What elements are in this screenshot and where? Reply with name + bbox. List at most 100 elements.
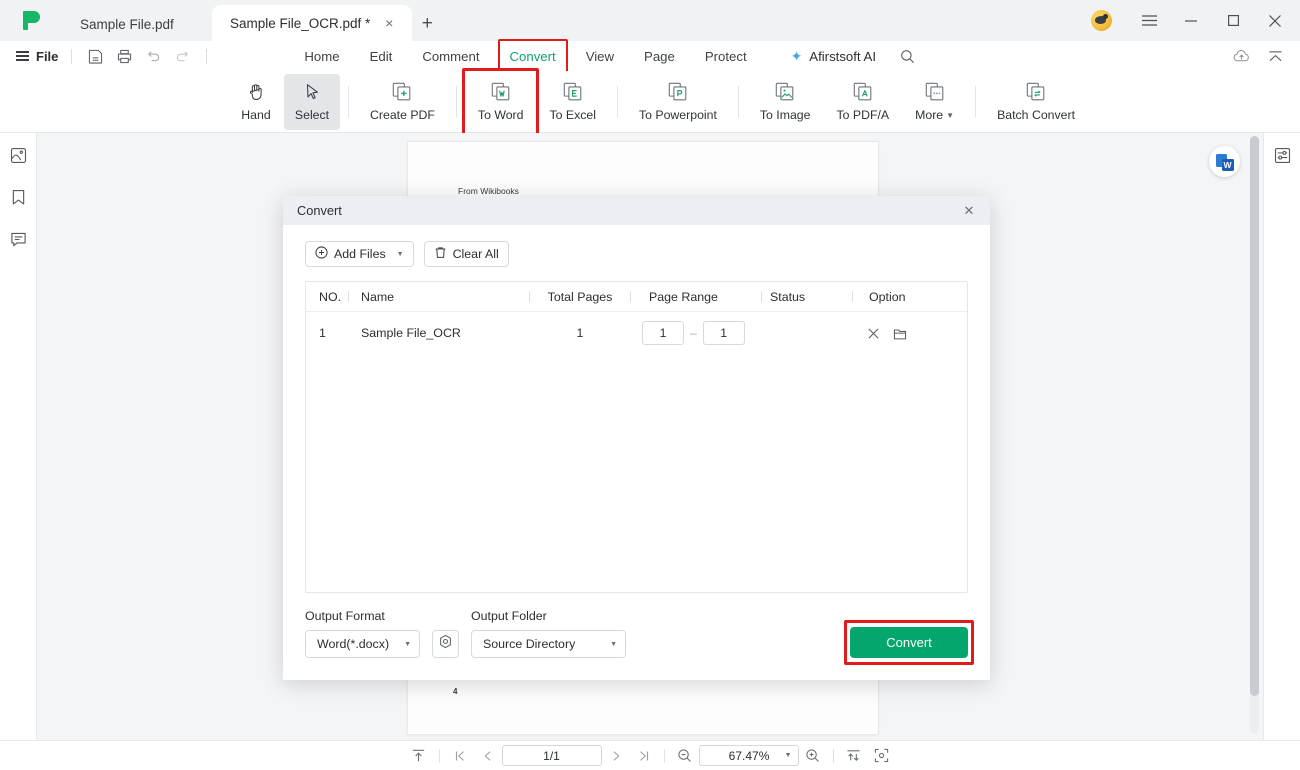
tab-edit[interactable]: Edit: [355, 41, 408, 71]
open-folder-icon[interactable]: [893, 327, 907, 340]
tab-page-label: Page: [644, 48, 675, 64]
tool-select[interactable]: Select: [284, 73, 340, 130]
hamburger-menu-icon[interactable]: [1128, 0, 1170, 41]
tool-select-label: Select: [294, 108, 330, 122]
convert-button[interactable]: Convert: [850, 627, 968, 658]
convert-toolbar: Hand Select Create PDF To Word To Excel …: [0, 67, 1300, 136]
fit-page-icon[interactable]: [868, 744, 896, 768]
to-excel-icon: [562, 81, 584, 103]
divider: [455, 85, 457, 118]
document-scrollbar[interactable]: [1250, 136, 1259, 734]
comment-icon[interactable]: [5, 226, 31, 252]
document-tab-1-label: Sample File.pdf: [80, 16, 174, 32]
tool-to-powerpoint[interactable]: To Powerpoint: [626, 74, 730, 130]
tool-to-image-label: To Image: [759, 108, 811, 122]
page-range-cell: 1 – 1: [631, 321, 761, 345]
output-folder-select[interactable]: Source Directory ▼: [471, 630, 626, 658]
tool-to-word[interactable]: To Word: [461, 67, 540, 136]
first-page-icon[interactable]: [446, 744, 474, 768]
scroll-top-icon[interactable]: [405, 744, 433, 768]
tab-home-label: Home: [304, 48, 340, 64]
tab-protect[interactable]: Protect: [690, 41, 762, 71]
tool-more[interactable]: More ▼: [902, 74, 967, 130]
row-total-pages: 1: [576, 326, 584, 340]
last-page-icon[interactable]: [630, 744, 658, 768]
clear-all-button[interactable]: Clear All: [423, 241, 509, 267]
zoom-in-icon[interactable]: [799, 744, 827, 768]
remove-file-icon[interactable]: [867, 327, 880, 340]
prev-page-icon[interactable]: [474, 744, 502, 768]
output-format-select[interactable]: Word(*.docx) ▼: [305, 630, 420, 658]
tab-home[interactable]: Home: [289, 41, 354, 71]
maximize-button[interactable]: [1212, 0, 1254, 41]
output-format-group: Output Format Word(*.docx) ▼: [305, 609, 420, 658]
sparkle-icon: ✦: [790, 48, 803, 64]
divider: [616, 85, 618, 118]
divider: [832, 748, 834, 763]
minimize-button[interactable]: [1170, 0, 1212, 41]
tool-hand[interactable]: Hand: [228, 74, 284, 130]
row-options-cell: [853, 327, 943, 340]
collapse-ribbon-icon[interactable]: [1258, 41, 1292, 71]
user-avatar[interactable]: [1091, 10, 1112, 31]
chevron-down-icon: ▼: [784, 752, 792, 759]
tool-to-pdfa[interactable]: To PDF/A: [824, 74, 903, 130]
undo-icon[interactable]: [140, 44, 167, 68]
afirstsoft-ai-button[interactable]: ✦ Afirstsoft AI: [791, 49, 890, 64]
divider: [975, 85, 977, 118]
page-number-input[interactable]: 1/1: [501, 745, 602, 766]
row-file-name: Sample File_OCR: [361, 326, 461, 340]
search-icon[interactable]: [890, 41, 924, 71]
output-folder-group: Output Folder Source Directory ▼: [471, 609, 626, 658]
right-sidebar: [1263, 133, 1300, 770]
print-icon[interactable]: [111, 44, 138, 68]
tab-comment[interactable]: Comment: [407, 41, 494, 71]
convert-dialog: Convert ✕ Add Files ▼ Clear All NO. Name…: [283, 196, 990, 680]
settings-gear-icon: [438, 634, 453, 654]
trash-icon: [434, 246, 447, 262]
zoom-out-icon[interactable]: [671, 744, 699, 768]
save-icon[interactable]: [82, 44, 109, 68]
thumbnails-icon[interactable]: [5, 142, 31, 168]
dialog-title: Convert: [297, 203, 342, 218]
tool-batch-convert[interactable]: Batch Convert: [984, 74, 1088, 130]
document-tab-1[interactable]: Sample File.pdf: [62, 7, 212, 41]
page-range-to-input[interactable]: 1: [702, 321, 745, 345]
close-icon[interactable]: ✕: [958, 200, 980, 222]
close-icon[interactable]: ×: [380, 14, 398, 32]
next-page-icon[interactable]: [602, 744, 630, 768]
dialog-body: Add Files ▼ Clear All NO. Name Total Pag…: [283, 225, 990, 593]
file-menu-button[interactable]: File: [0, 49, 71, 64]
tool-create-pdf[interactable]: Create PDF: [357, 74, 448, 130]
redo-icon[interactable]: [169, 44, 196, 68]
tab-page[interactable]: Page: [629, 41, 690, 71]
col-no: NO.: [319, 289, 342, 304]
new-tab-button[interactable]: +: [412, 7, 442, 41]
tool-more-label: More: [915, 108, 944, 122]
zoom-level-select[interactable]: 67.47% ▼: [698, 745, 799, 766]
col-status: Status: [770, 289, 806, 304]
close-window-button[interactable]: [1254, 0, 1296, 41]
left-sidebar: [0, 133, 37, 770]
tab-convert[interactable]: Convert: [495, 39, 571, 73]
tool-to-image[interactable]: To Image: [747, 74, 824, 130]
tab-view[interactable]: View: [571, 41, 629, 71]
document-tab-2[interactable]: Sample File_OCR.pdf * ×: [212, 5, 413, 41]
chevron-down-icon: ▼: [610, 640, 617, 648]
document-tab-2-label: Sample File_OCR.pdf *: [230, 15, 371, 31]
output-folder-value: Source Directory: [483, 637, 576, 651]
page-range-from-input[interactable]: 1: [642, 321, 684, 345]
bookmark-icon[interactable]: [5, 184, 31, 210]
output-format-settings-button[interactable]: [432, 630, 459, 658]
add-files-button[interactable]: Add Files ▼: [305, 241, 414, 267]
tool-to-excel[interactable]: To Excel: [536, 74, 608, 130]
page-number-value: 1/1: [543, 748, 560, 763]
cloud-upload-icon[interactable]: [1224, 41, 1258, 71]
fit-width-icon[interactable]: [840, 744, 868, 768]
properties-panel-icon[interactable]: [1269, 142, 1295, 168]
tab-convert-label: Convert: [509, 48, 556, 64]
word-convert-badge-icon[interactable]: W: [1209, 146, 1240, 177]
clear-all-label: Clear All: [452, 247, 499, 261]
table-row[interactable]: 1 Sample File_OCR 1 1 – 1: [306, 312, 967, 354]
